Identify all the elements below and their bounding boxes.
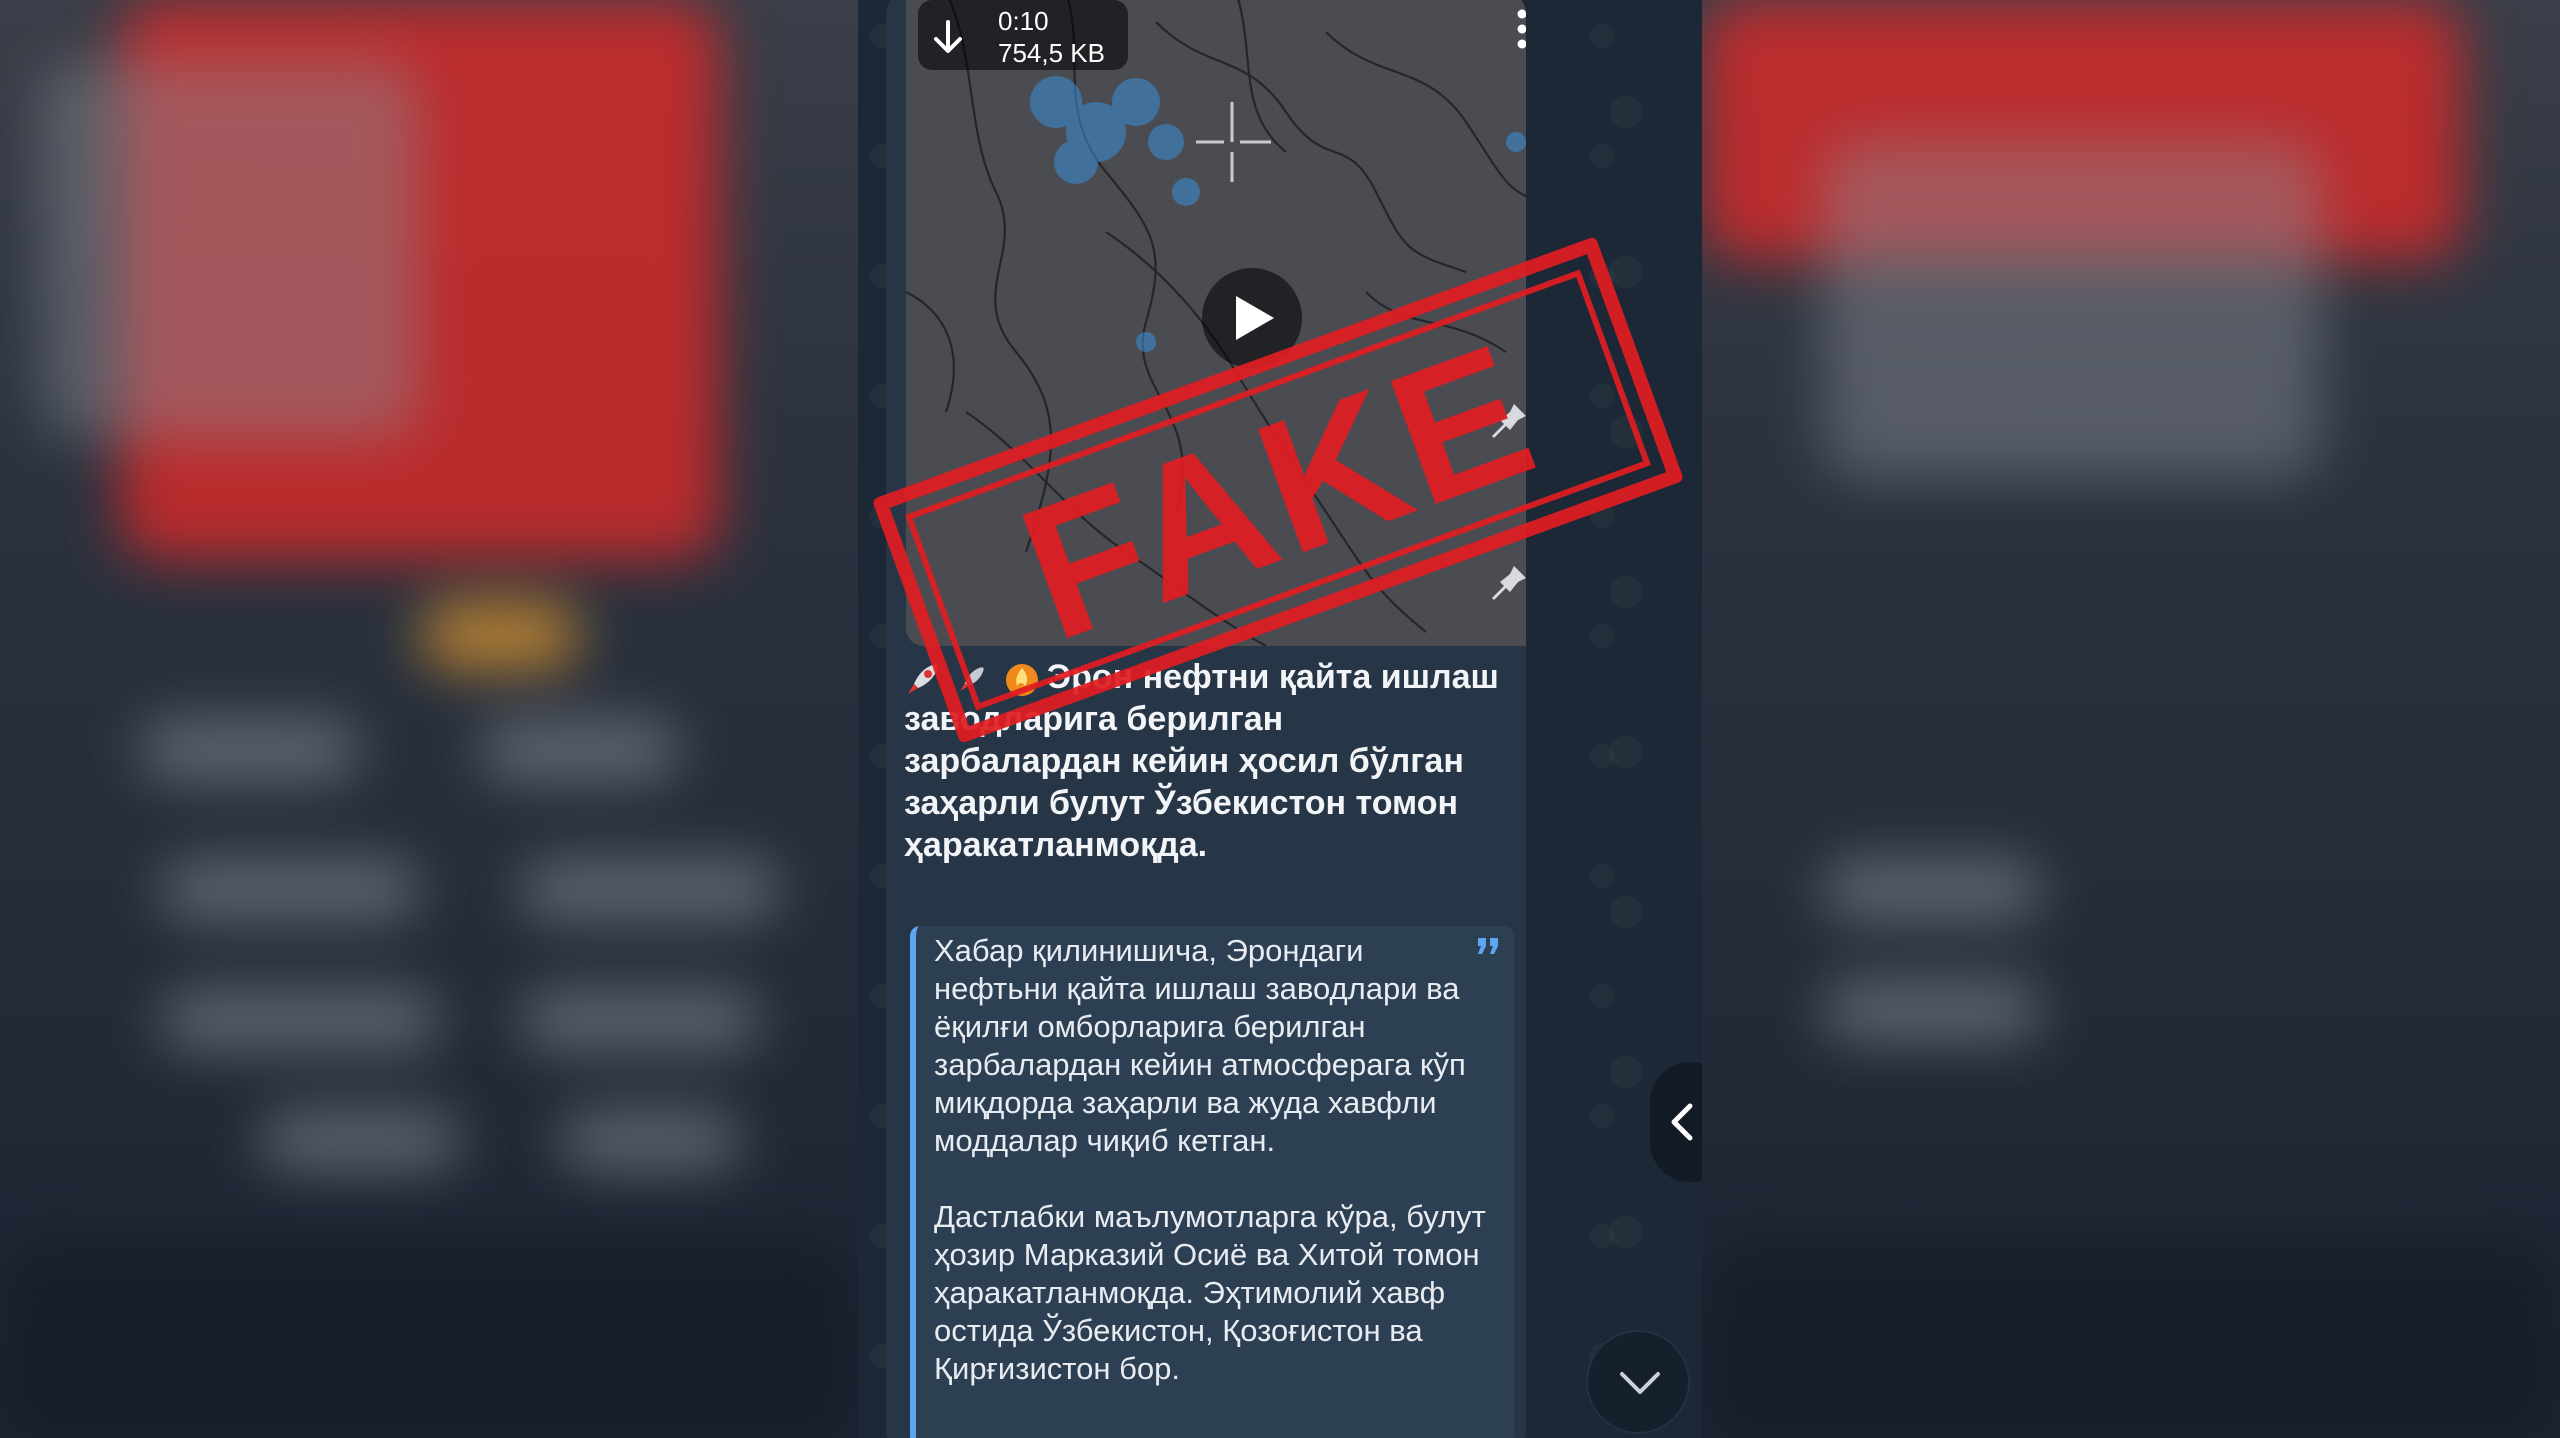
play-icon	[1236, 296, 1274, 340]
video-file-size: 754,5 KB	[998, 38, 1105, 68]
blurred-grey-shape	[1822, 140, 2322, 480]
download-arrow-icon	[934, 20, 962, 53]
video-duration: 0:10	[998, 6, 1049, 36]
quote-text: Хабар қилинишича, Эрондаги нефтьни қайта…	[934, 932, 1494, 1426]
blurred-text-line	[1822, 860, 2042, 920]
blurred-dark-shape	[0, 1240, 858, 1438]
blurred-background-right	[1702, 0, 2560, 1438]
blurred-text-line	[520, 860, 780, 920]
blurred-text-line	[260, 1110, 460, 1170]
blurred-text-line	[560, 1110, 740, 1170]
more-vertical-icon[interactable]	[1512, 4, 1526, 54]
blurred-dark-shape	[1702, 1240, 2560, 1438]
blurred-background-left	[0, 0, 858, 1438]
blurred-text-line	[480, 720, 680, 780]
scroll-down-button[interactable]	[1586, 1330, 1690, 1434]
blurred-text-line	[160, 990, 440, 1050]
quote-block: Хабар қилинишича, Эрондаги нефтьни қайта…	[910, 926, 1514, 1438]
blurred-text-line	[1822, 980, 2042, 1040]
chevron-down-icon	[1620, 1372, 1660, 1394]
blurred-text-line	[520, 990, 760, 1050]
blurred-grey-shape	[40, 60, 420, 440]
quote-paragraph: Дастлабки маълумотларга кўра, булут ҳози…	[934, 1199, 1486, 1386]
blurred-text-line	[140, 720, 360, 780]
download-badge[interactable]: 0:10 754,5 KB	[918, 0, 1128, 70]
chevron-left-icon	[1671, 1103, 1693, 1141]
quote-paragraph: Хабар қилинишича, Эрондаги нефтьни қайта…	[934, 933, 1466, 1158]
blurred-orange-shape	[420, 600, 580, 670]
share-toggle-button[interactable]	[1650, 1062, 1702, 1182]
blurred-text-line	[160, 860, 420, 920]
pin-icon	[1492, 566, 1526, 600]
